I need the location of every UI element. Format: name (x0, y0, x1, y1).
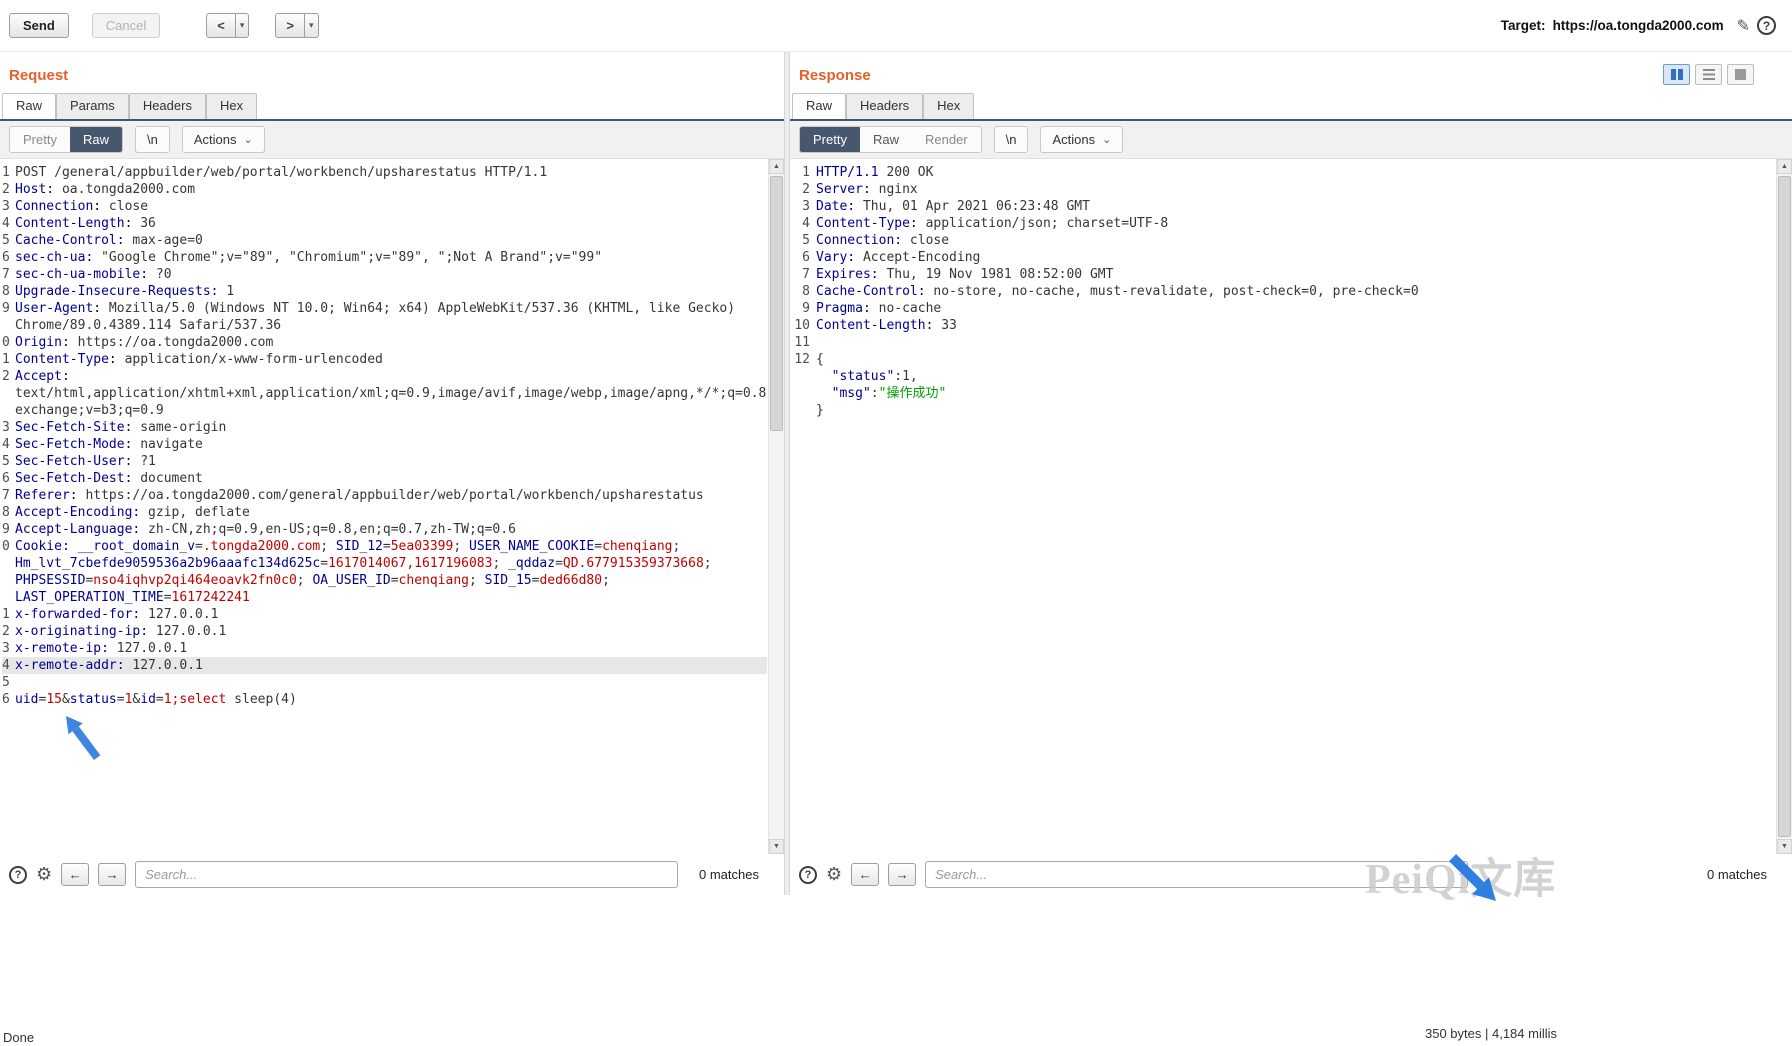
response-panel: Response Raw Headers Hex Pretty Raw Rend… (790, 52, 1792, 895)
request-view-pretty-button[interactable]: Pretty (10, 127, 70, 152)
request-tabs: Raw Params Headers Hex (0, 93, 784, 121)
request-actions-button[interactable]: Actions ⌄ (182, 126, 265, 153)
response-actions-button[interactable]: Actions ⌄ (1040, 126, 1123, 153)
help-icon[interactable]: ? (1757, 16, 1776, 35)
history-back-group: < ▾ (206, 13, 249, 38)
request-search-prev-button[interactable]: ← (61, 863, 89, 886)
request-tab-hex[interactable]: Hex (206, 93, 257, 119)
forward-button[interactable]: > (275, 13, 305, 38)
forward-dropdown-button[interactable]: ▾ (305, 13, 319, 38)
burp-repeater-window: Send Cancel < ▾ > ▾ Target: https://oa.t… (0, 0, 1792, 1046)
request-newline-toggle-button[interactable]: \n (135, 126, 170, 153)
response-scrollbar[interactable]: ▲ ▼ (1776, 159, 1792, 854)
request-actions-label: Actions (194, 132, 237, 147)
single-pane-icon (1735, 69, 1746, 80)
columns-icon (1678, 69, 1683, 80)
scroll-up-icon[interactable]: ▲ (1777, 159, 1792, 174)
request-editor-area: 1POST /general/appbuilder/web/portal/wor… (0, 159, 784, 854)
back-dropdown-button[interactable]: ▾ (236, 13, 250, 38)
layout-stacked-button[interactable] (1695, 64, 1722, 85)
response-editor-area: 1HTTP/1.1 200 OK2Server: nginx3Date: Thu… (790, 159, 1792, 854)
request-scrollbar[interactable]: ▲ ▼ (768, 159, 784, 854)
response-tabs: Raw Headers Hex (790, 93, 1792, 121)
response-stats: 350 bytes | 4,184 millis (1425, 1026, 1557, 1041)
response-view-pretty-button[interactable]: Pretty (800, 127, 860, 152)
target-label: Target: (1501, 18, 1546, 33)
scroll-up-icon[interactable]: ▲ (769, 159, 784, 174)
response-panel-title: Response (790, 52, 1792, 93)
response-view-toolbar: Pretty Raw Render \n Actions ⌄ (790, 121, 1792, 159)
toolbar: Send Cancel < ▾ > ▾ Target: https://oa.t… (0, 0, 1792, 52)
request-tab-headers[interactable]: Headers (129, 93, 206, 119)
request-response-split: Request Raw Params Headers Hex Pretty Ra… (0, 52, 1792, 895)
request-tab-raw[interactable]: Raw (2, 93, 56, 119)
scroll-down-icon[interactable]: ▼ (1777, 839, 1792, 854)
response-view-raw-button[interactable]: Raw (860, 127, 912, 152)
response-tab-raw[interactable]: Raw (792, 93, 846, 119)
request-view-switcher: Pretty Raw (9, 126, 123, 153)
request-search-next-button[interactable]: → (98, 863, 126, 886)
target-url: https://oa.tongda2000.com (1553, 18, 1724, 33)
request-search-bar: ? ⚙ ← → 0 matches (0, 854, 784, 895)
request-view-toolbar: Pretty Raw \n Actions ⌄ (0, 121, 784, 159)
chevron-down-icon: ⌄ (1102, 133, 1111, 146)
response-search-settings-icon[interactable]: ⚙ (826, 864, 842, 885)
response-search-input[interactable] (925, 861, 1468, 888)
request-editor[interactable]: 1POST /general/appbuilder/web/portal/wor… (2, 164, 767, 854)
chevron-down-icon: ⌄ (243, 133, 252, 146)
response-scroll-thumb[interactable] (1778, 176, 1791, 837)
response-tab-hex[interactable]: Hex (923, 93, 974, 119)
response-match-count: 0 matches (1707, 867, 1767, 882)
request-search-input[interactable] (135, 861, 678, 888)
rows-icon (1703, 69, 1715, 80)
request-search-help-icon[interactable]: ? (9, 866, 27, 884)
send-button[interactable]: Send (9, 13, 69, 38)
response-view-render-button[interactable]: Render (912, 127, 981, 152)
request-tab-params[interactable]: Params (56, 93, 129, 119)
response-actions-label: Actions (1052, 132, 1095, 147)
layout-single-button[interactable] (1727, 64, 1754, 85)
response-tab-headers[interactable]: Headers (846, 93, 923, 119)
response-view-switcher: Pretty Raw Render (799, 126, 982, 153)
response-editor[interactable]: 1HTTP/1.1 200 OK2Server: nginx3Date: Thu… (792, 164, 1775, 854)
response-search-bar: ? ⚙ ← → 0 matches (790, 854, 1792, 895)
request-search-settings-icon[interactable]: ⚙ (36, 864, 52, 885)
response-search-next-button[interactable]: → (888, 863, 916, 886)
status-text: Done (3, 1030, 34, 1045)
scroll-down-icon[interactable]: ▼ (769, 839, 784, 854)
request-scroll-thumb[interactable] (770, 176, 783, 431)
columns-icon (1671, 69, 1676, 80)
request-panel-title: Request (0, 52, 784, 93)
back-button[interactable]: < (206, 13, 236, 38)
request-panel: Request Raw Params Headers Hex Pretty Ra… (0, 52, 784, 895)
layout-toggle-group (1663, 64, 1754, 85)
response-search-help-icon[interactable]: ? (799, 866, 817, 884)
layout-side-by-side-button[interactable] (1663, 64, 1690, 85)
response-search-prev-button[interactable]: ← (851, 863, 879, 886)
response-newline-toggle-button[interactable]: \n (994, 126, 1029, 153)
history-forward-group: > ▾ (275, 13, 318, 38)
target-bar: Target: https://oa.tongda2000.com ✎ ? (1501, 16, 1776, 36)
edit-target-icon[interactable]: ✎ (1737, 16, 1750, 36)
request-view-raw-button[interactable]: Raw (70, 127, 122, 152)
cancel-button[interactable]: Cancel (92, 13, 160, 38)
request-match-count: 0 matches (699, 867, 759, 882)
